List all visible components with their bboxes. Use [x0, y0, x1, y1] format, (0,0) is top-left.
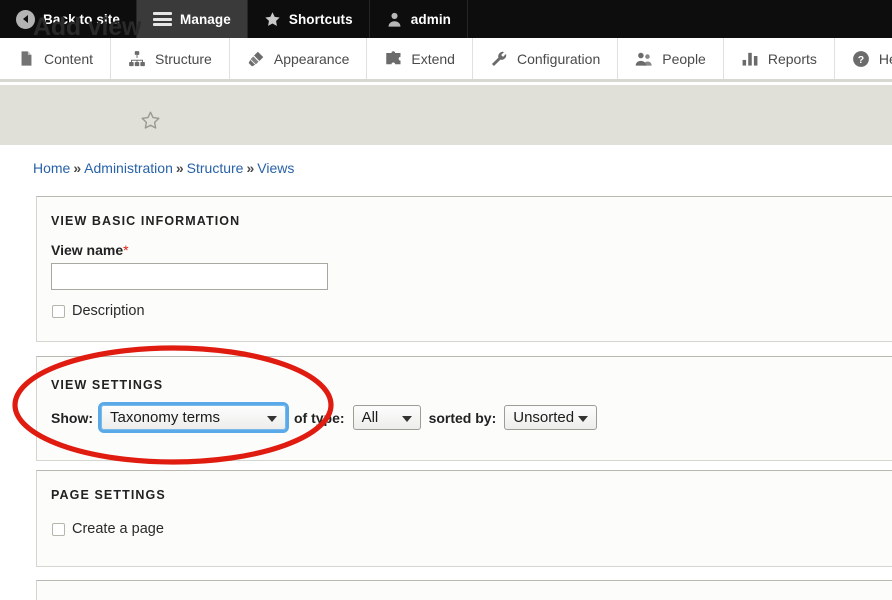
- create-page-checkbox[interactable]: [52, 522, 65, 536]
- toolbar-item-admin-user[interactable]: admin: [370, 0, 469, 38]
- nav-item-label: Help: [878, 50, 892, 67]
- nav-item-structure[interactable]: Structure: [111, 38, 230, 79]
- breadcrumb: Home» Administration» Structure» Views: [33, 160, 294, 176]
- breadcrumb-separator: »: [175, 160, 184, 176]
- description-checkbox-row[interactable]: Description: [52, 303, 145, 319]
- breadcrumb-link-home[interactable]: Home: [33, 160, 70, 176]
- view-name-label: View name: [51, 242, 124, 258]
- description-checkbox-label: Description: [72, 303, 145, 319]
- view-name-input[interactable]: [51, 263, 328, 290]
- toolbar-item-label: Manage: [179, 11, 231, 27]
- star-icon: [264, 11, 281, 28]
- puzzle-piece-icon: [384, 50, 402, 68]
- admin-page: Back to site Manage Shortcuts admin Cont…: [0, 0, 892, 600]
- toolbar-item-label: admin: [410, 11, 452, 27]
- description-checkbox[interactable]: [52, 304, 65, 318]
- nav-item-label: Extend: [411, 50, 455, 67]
- star-outline-icon[interactable]: [140, 110, 161, 131]
- breadcrumb-link-administration[interactable]: Administration: [84, 160, 173, 176]
- fieldset-view-basic-information: View basic information View name* Descri…: [36, 196, 892, 342]
- nav-item-label: Structure: [155, 50, 212, 67]
- fieldset-block-settings: Block settings: [36, 580, 892, 600]
- sorted-by-select[interactable]: Unsorted: [504, 405, 598, 430]
- fieldset-page-settings: Page settings Create a page: [36, 470, 892, 567]
- nav-item-reports[interactable]: Reports: [724, 38, 835, 79]
- show-select[interactable]: Taxonomy terms: [98, 402, 289, 433]
- nav-item-configuration[interactable]: Configuration: [473, 38, 619, 79]
- bar-chart-icon: [741, 50, 759, 68]
- svg-text:?: ?: [858, 53, 864, 65]
- fieldset-view-settings: View settings Show: Taxonomy terms of ty…: [36, 356, 892, 461]
- sorted-by-select-value: Unsorted: [513, 409, 575, 426]
- toolbar-item-label: Shortcuts: [288, 11, 353, 27]
- nav-item-label: Content: [44, 50, 94, 67]
- nav-item-people[interactable]: People: [618, 38, 724, 79]
- create-page-checkbox-row[interactable]: Create a page: [52, 521, 164, 537]
- people-icon: [635, 50, 653, 68]
- of-type-select[interactable]: All: [352, 405, 421, 430]
- question-mark-icon: ?: [852, 50, 870, 68]
- nav-item-extend[interactable]: Extend: [367, 38, 473, 79]
- breadcrumb-link-structure[interactable]: Structure: [187, 160, 244, 176]
- breadcrumb-separator: »: [73, 160, 82, 176]
- document-icon: [17, 50, 35, 68]
- create-page-checkbox-label: Create a page: [72, 521, 164, 537]
- required-marker: *: [123, 242, 129, 258]
- page-title: Add view: [33, 13, 142, 41]
- wrench-icon: [490, 50, 508, 68]
- show-select-value: Taxonomy terms: [110, 409, 221, 426]
- show-label: Show:: [51, 409, 93, 426]
- nav-item-appearance[interactable]: Appearance: [230, 38, 368, 79]
- fieldset-legend: View basic information: [51, 214, 241, 228]
- breadcrumb-separator: »: [246, 160, 255, 176]
- toolbar-item-manage[interactable]: Manage: [136, 0, 248, 38]
- fieldset-legend: View settings: [51, 378, 164, 392]
- sitemap-icon: [128, 50, 146, 68]
- paintbrush-icon: [247, 50, 265, 68]
- nav-item-content[interactable]: Content: [0, 38, 112, 79]
- of-type-label: of type:: [294, 409, 345, 426]
- fieldset-legend: Page settings: [51, 488, 166, 502]
- page-title-band: [0, 85, 892, 145]
- sorted-by-label: sorted by:: [428, 409, 497, 426]
- admin-menu-tray: Content Structure Appearance Extend Conf…: [0, 38, 892, 82]
- nav-item-label: Reports: [767, 50, 817, 67]
- nav-item-label: Configuration: [516, 50, 601, 67]
- view-settings-controls: Show: Taxonomy terms of type: All sorted…: [51, 402, 598, 433]
- toolbar-item-shortcuts[interactable]: Shortcuts: [248, 0, 370, 38]
- user-icon: [386, 11, 403, 28]
- nav-item-label: Appearance: [273, 50, 350, 67]
- breadcrumb-link-views[interactable]: Views: [257, 160, 294, 176]
- hamburger-icon: [152, 12, 172, 26]
- of-type-select-value: All: [361, 409, 379, 426]
- nav-item-help[interactable]: ? Help: [835, 38, 892, 79]
- nav-item-label: People: [662, 50, 706, 67]
